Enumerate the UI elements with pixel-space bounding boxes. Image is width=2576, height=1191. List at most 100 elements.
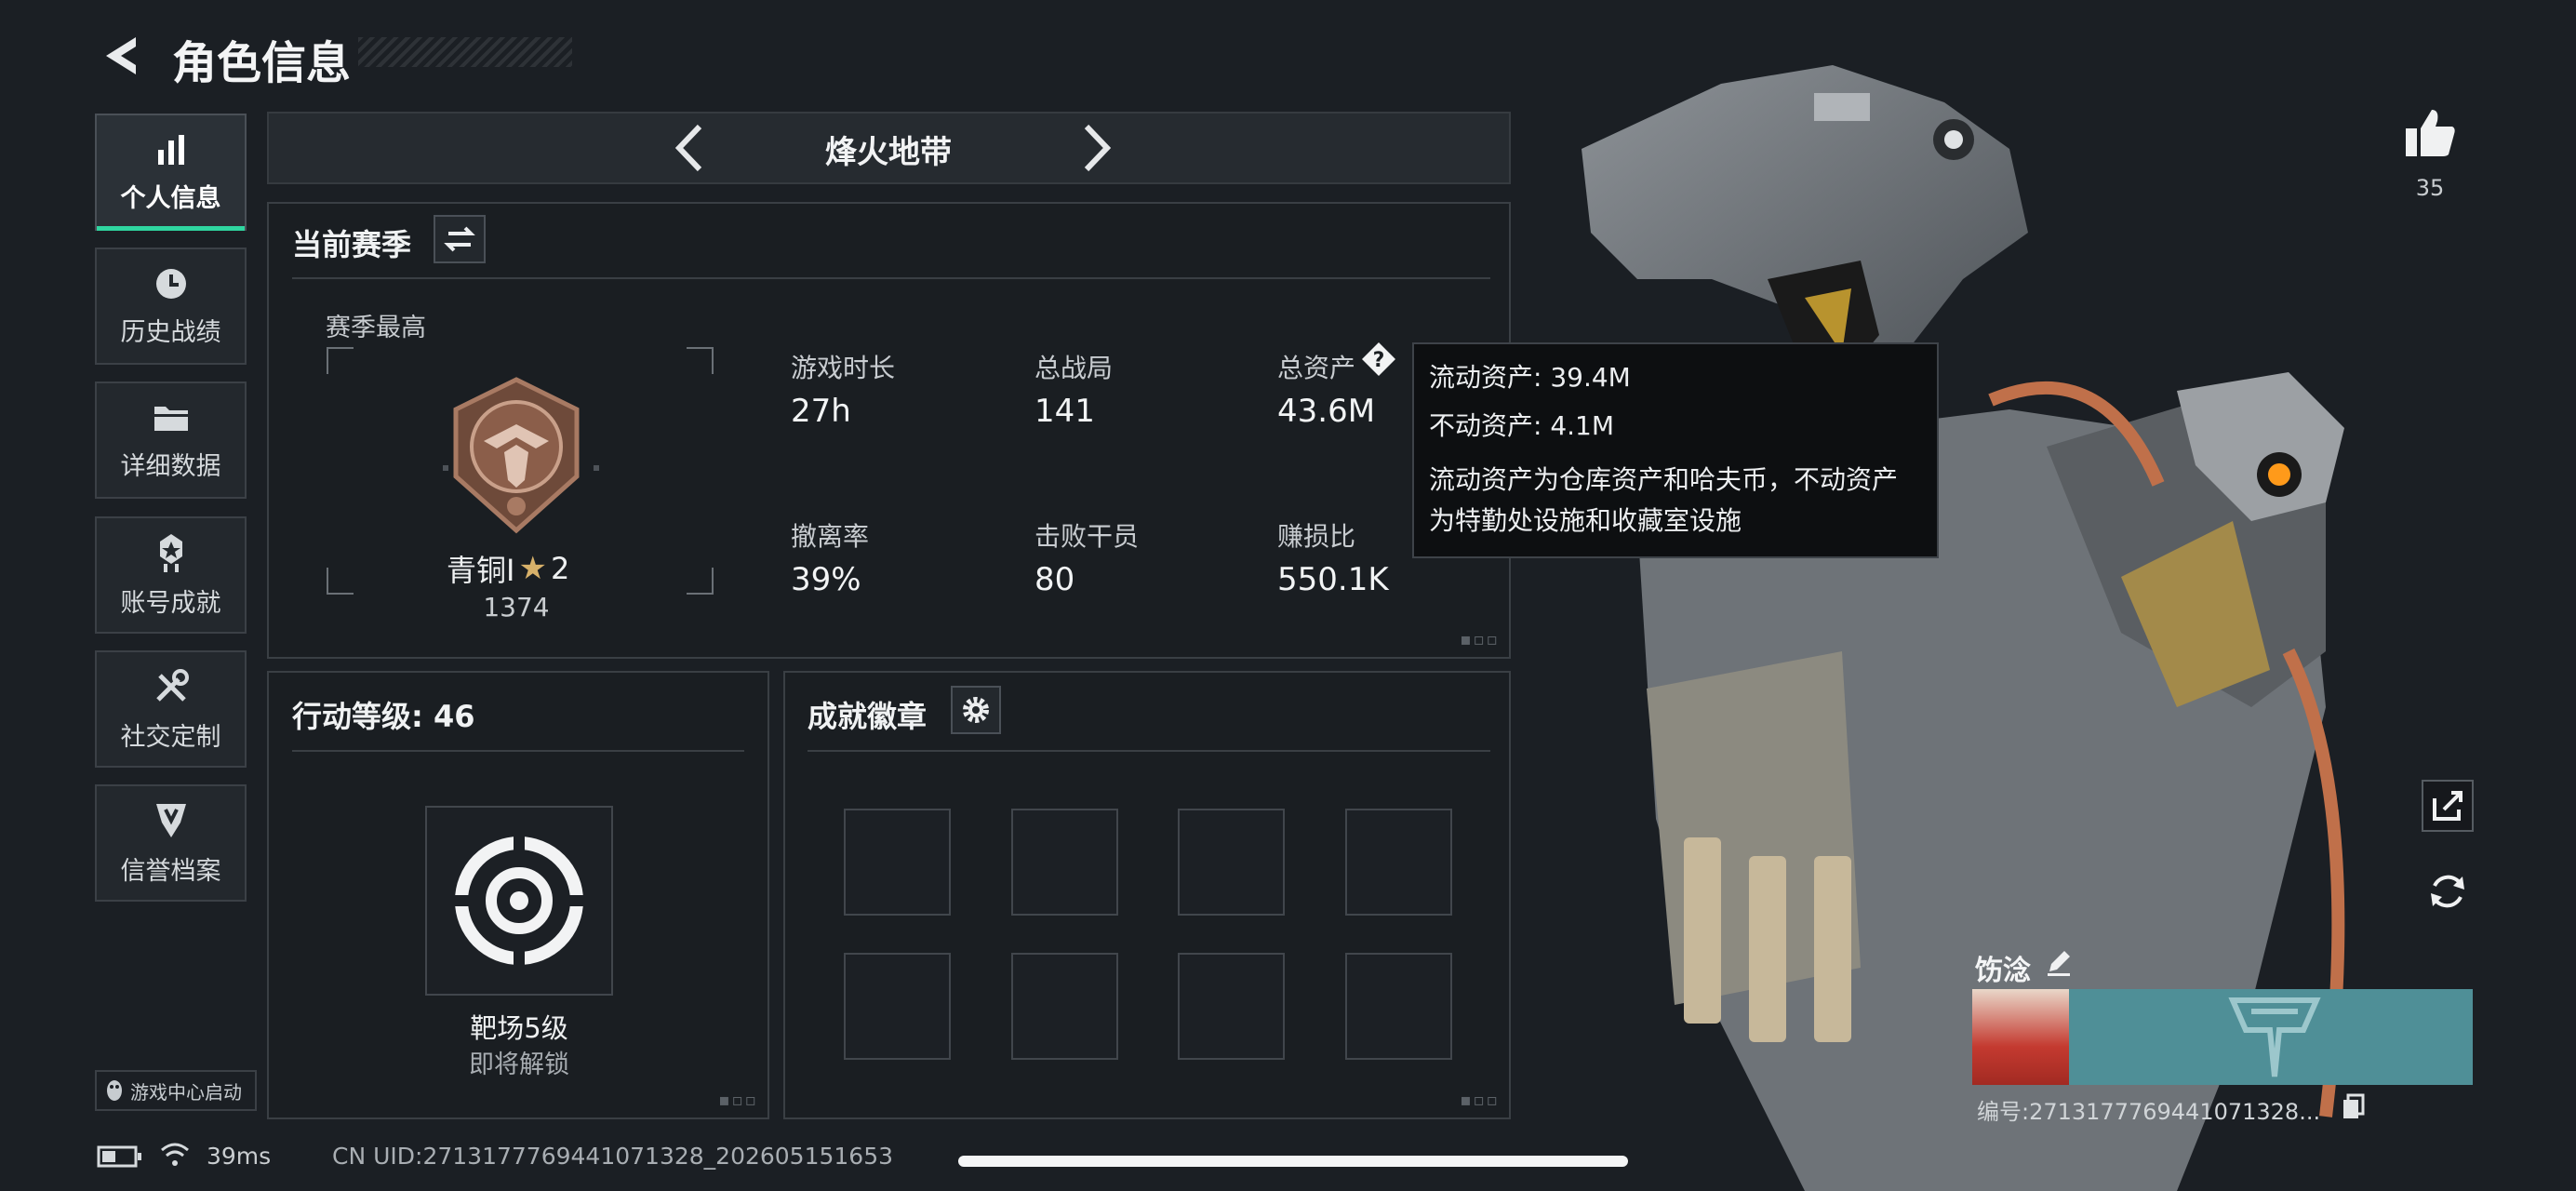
mode-next-button[interactable] — [1068, 117, 1124, 179]
player-name: 饬淰 — [1975, 955, 2031, 987]
range-level-card[interactable] — [425, 806, 613, 996]
question-icon: ? — [1362, 342, 1395, 376]
stat-value-total-assets: 43.6M — [1277, 393, 1376, 430]
rotate-icon — [2431, 875, 2464, 908]
achievements-title: 成就徽章 — [808, 699, 928, 734]
action-level-title: 行动等级: 46 — [292, 699, 475, 734]
mode-name: 烽火地带 — [825, 134, 952, 171]
achievements-settings-button[interactable] — [951, 686, 1001, 734]
sidebar-item-detailed-data[interactable]: 详细数据 — [95, 381, 247, 499]
player-id: 编号:2713177769441071328... — [1977, 1099, 2321, 1125]
assets-tooltip: 流动资产: 39.4M 不动资产: 4.1M 流动资产为仓库资产和哈夫币，不动资… — [1412, 342, 1939, 558]
game-center-launch[interactable]: 游戏中心启动 — [95, 1070, 257, 1111]
like-button[interactable] — [2400, 102, 2460, 162]
copy-icon — [2343, 1093, 2365, 1118]
stat-value-total-matches: 141 — [1034, 393, 1095, 430]
rank-stars: 2 — [550, 551, 570, 586]
tools-icon — [155, 668, 189, 702]
badge-slot[interactable] — [1178, 809, 1285, 916]
tooltip-liquid-assets: 流动资产: 39.4M — [1429, 362, 1631, 393]
badge-slot[interactable] — [1345, 953, 1452, 1060]
panel-corner-dots: ▪▫▫ — [1460, 1091, 1500, 1110]
shield-icon — [155, 803, 186, 837]
sidebar-item-credit-file[interactable]: 信誉档案 — [95, 784, 247, 902]
bar-chart-icon — [157, 134, 184, 165]
achievements-divider — [808, 750, 1490, 752]
stat-label-playtime: 游戏时长 — [791, 353, 896, 383]
badge-slot[interactable] — [844, 809, 951, 916]
tooltip-fixed-assets: 不动资产: 4.1M — [1429, 410, 1615, 441]
player-banner[interactable] — [1972, 989, 2473, 1085]
panel-corner-dots: ▪▫▫ — [718, 1091, 758, 1110]
season-best-label: 赛季最高 — [326, 314, 426, 342]
rank-score: 1374 — [483, 592, 550, 622]
badge-slot[interactable] — [1345, 809, 1452, 916]
active-indicator — [97, 226, 245, 231]
sidebar-item-label: 社交定制 — [120, 722, 221, 752]
season-divider — [292, 277, 1490, 279]
pencil-icon — [2048, 951, 2070, 976]
sidebar-item-label: 历史战绩 — [120, 317, 221, 347]
chevron-left-icon — [106, 37, 136, 74]
sidebar-item-personal-info[interactable]: 个人信息 — [95, 114, 247, 231]
penguin-icon — [107, 1080, 122, 1101]
rank-name-row: 青铜I ★ 2 — [447, 547, 569, 590]
stat-value-playtime: 27h — [791, 393, 851, 430]
battery-icon — [97, 1145, 141, 1168]
badge-slot[interactable] — [1178, 953, 1285, 1060]
stat-label-total-matches: 总战局 — [1034, 353, 1114, 383]
panel-corner-dots: ▪▫▫ — [1460, 630, 1500, 649]
share-button[interactable] — [2422, 780, 2474, 832]
sidebar-item-label: 个人信息 — [120, 183, 221, 213]
stat-value-extraction-rate: 39% — [791, 561, 861, 598]
stat-label-profit-loss-ratio: 赚损比 — [1277, 521, 1356, 552]
home-indicator[interactable] — [958, 1156, 1628, 1167]
wifi-icon — [161, 1143, 189, 1166]
share-icon — [2433, 791, 2463, 821]
chevron-right-icon — [1084, 124, 1112, 172]
stat-label-total-assets: 总资产 — [1277, 353, 1356, 383]
team-emblem-icon — [2228, 997, 2321, 1077]
mode-prev-button[interactable] — [662, 117, 718, 179]
clock-icon — [155, 268, 186, 299]
edit-name-button[interactable] — [2042, 945, 2075, 979]
uid: CN UID:2713177769441071328_202605151653 — [332, 1143, 894, 1170]
tooltip-description-line1: 流动资产为仓库资产和哈夫币，不动资产 — [1429, 464, 1899, 495]
folder-icon — [153, 406, 188, 431]
range-level-name: 靶场5级 — [470, 1012, 568, 1044]
sidebar-item-label: 信誉档案 — [120, 856, 221, 886]
action-level-divider — [292, 750, 744, 752]
sidebar-item-match-history[interactable]: 历史战绩 — [95, 248, 247, 365]
sidebar-item-label: 详细数据 — [120, 451, 221, 481]
rank-emblem — [453, 377, 580, 534]
tooltip-description-line2: 为特勤处设施和收藏室设施 — [1429, 505, 1742, 536]
season-title: 当前赛季 — [292, 227, 412, 262]
game-center-label: 游戏中心启动 — [130, 1080, 242, 1104]
sidebar-item-social-custom[interactable]: 社交定制 — [95, 650, 247, 768]
back-button[interactable] — [95, 28, 151, 84]
badge-slot[interactable] — [844, 953, 951, 1060]
assets-help-icon[interactable]: ? — [1360, 341, 1397, 378]
stat-label-extraction-rate: 撤离率 — [791, 521, 870, 552]
star-icon: ★ — [518, 550, 547, 587]
medal-icon — [159, 533, 182, 572]
season-switch-button[interactable] — [434, 215, 486, 263]
rotate-button[interactable] — [2422, 865, 2474, 917]
target-icon — [447, 828, 592, 973]
svg-text:?: ? — [1373, 349, 1385, 372]
chevron-left-icon — [674, 124, 702, 172]
range-level-status: 即将解锁 — [469, 1050, 569, 1079]
badge-slot[interactable] — [1011, 809, 1118, 916]
swap-icon — [444, 226, 475, 252]
like-count: 35 — [2415, 175, 2445, 201]
avatar[interactable] — [1972, 989, 2069, 1085]
thumbs-up-icon — [2406, 110, 2455, 156]
badge-slot[interactable] — [1011, 953, 1118, 1060]
copy-id-button[interactable] — [2340, 1092, 2368, 1120]
sidebar-item-achievements[interactable]: 账号成就 — [95, 516, 247, 634]
gear-icon — [963, 697, 989, 723]
stat-value-profit-loss-ratio: 550.1K — [1277, 561, 1389, 598]
ping: 39ms — [207, 1143, 272, 1170]
sidebar-item-label: 账号成就 — [120, 588, 221, 618]
stat-value-operators-defeated: 80 — [1034, 561, 1075, 598]
